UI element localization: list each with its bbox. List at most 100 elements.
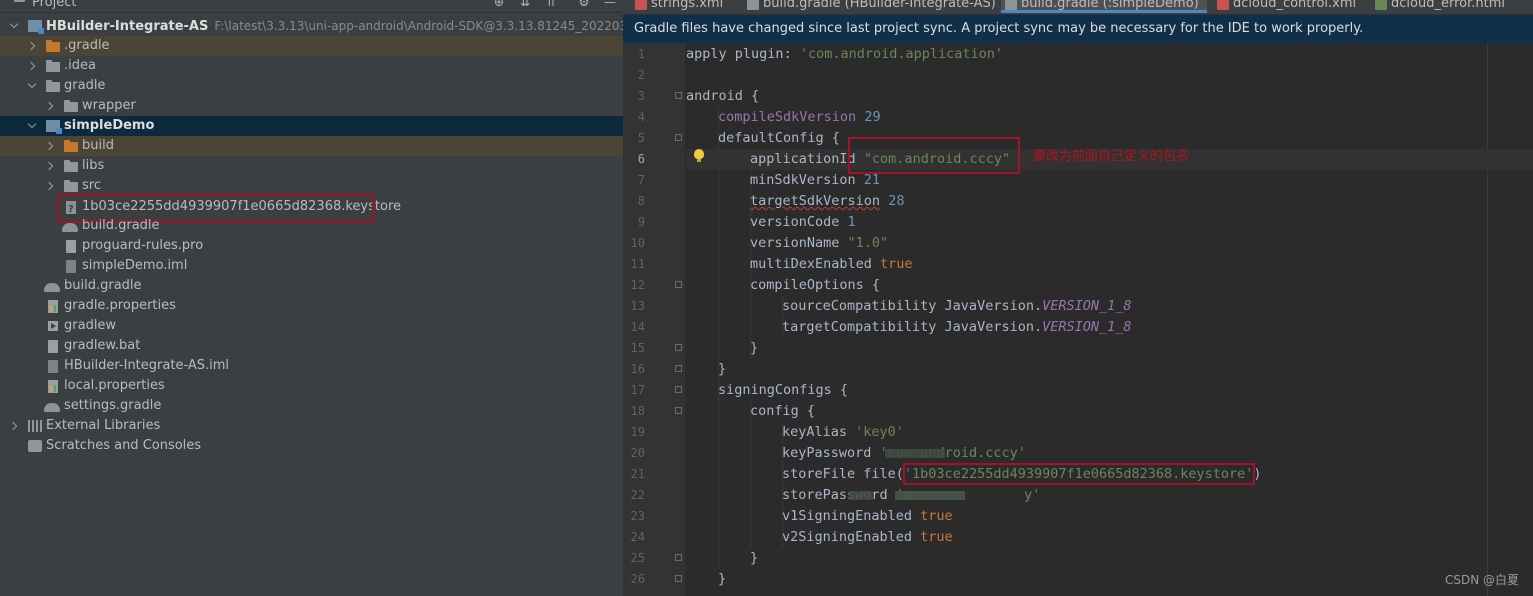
properties-file-icon: [48, 300, 58, 313]
code-line-18[interactable]: config {: [686, 401, 815, 422]
line-number: 10: [630, 236, 645, 250]
tree-item-src[interactable]: src: [0, 176, 623, 196]
lightbulb-icon[interactable]: [694, 149, 704, 162]
tab-label: build.gradle (:simpleDemo): [1021, 0, 1199, 11]
code-line-3[interactable]: android {: [686, 86, 759, 107]
iml-file-icon: [48, 360, 58, 373]
tab-build-gradle-simpledemo[interactable]: build.gradle (:simpleDemo): [1001, 0, 1207, 13]
chevron-down-icon[interactable]: [28, 82, 36, 90]
tree-item-scratches[interactable]: Scratches and Consoles: [0, 436, 623, 456]
tab-strings-xml[interactable]: strings.xml: [631, 0, 743, 13]
tree-item-label: simpleDemo: [64, 118, 155, 133]
tree-item-label: gradlew: [64, 318, 117, 333]
file-icon: [66, 240, 76, 253]
line-number: 5: [637, 131, 645, 145]
code-line-12[interactable]: compileOptions {: [686, 275, 880, 296]
code-line-14[interactable]: targetCompatibility JavaVersion.VERSION_…: [686, 317, 1132, 338]
tree-item-label: HBuilder-Integrate-AS: [46, 19, 209, 34]
gradle-file-icon: [62, 223, 78, 232]
code-line-8[interactable]: targetSdkVersion 28: [686, 191, 904, 212]
tree-item-root-build-gradle[interactable]: build.gradle: [0, 276, 623, 296]
chevron-right-icon[interactable]: [28, 42, 36, 50]
code-line-16[interactable]: }: [686, 359, 726, 380]
line-number: 21: [630, 467, 645, 481]
fold-marker-icon[interactable]: [675, 344, 682, 351]
line-number: 8: [637, 194, 645, 208]
project-panel-title[interactable]: Project: [32, 0, 76, 11]
chevron-right-icon[interactable]: [10, 422, 18, 430]
code-line-26[interactable]: }: [686, 569, 726, 590]
code-line-17[interactable]: signingConfigs {: [686, 380, 848, 401]
fold-marker-icon[interactable]: [675, 92, 682, 99]
tree-item-gradlew-bat[interactable]: gradlew.bat: [0, 336, 623, 356]
tree-item-label: local.properties: [64, 378, 165, 393]
tree-item-proguard[interactable]: proguard-rules.pro: [0, 236, 623, 256]
code-line-15[interactable]: }: [686, 338, 758, 359]
chevron-right-icon[interactable]: [46, 182, 54, 190]
folder-orange-icon: [46, 40, 60, 52]
module-folder-icon: [46, 120, 62, 134]
chevron-right-icon[interactable]: [28, 62, 36, 70]
code-line-19[interactable]: keyAlias 'key0': [686, 422, 904, 443]
fold-marker-icon[interactable]: [675, 407, 682, 414]
chevron-right-icon[interactable]: [46, 142, 54, 150]
tree-item-build[interactable]: build: [0, 136, 623, 156]
tree-item-local-properties[interactable]: local.properties: [0, 376, 623, 396]
tree-item-gradle-properties[interactable]: gradle.properties: [0, 296, 623, 316]
tree-item-label: gradlew.bat: [64, 338, 141, 353]
tree-item-wrapper[interactable]: wrapper: [0, 96, 623, 116]
gear-icon[interactable]: ⚙: [577, 0, 591, 9]
code-editor: strings.xml build.gradle (HBuilder-Integ…: [623, 0, 1533, 596]
tab-dcloud-error-html[interactable]: dcloud_error.html: [1371, 0, 1533, 13]
chevron-right-icon[interactable]: [46, 162, 54, 170]
fold-marker-icon[interactable]: [675, 281, 682, 288]
tree-item-libs[interactable]: libs: [0, 156, 623, 176]
chevron-right-icon[interactable]: [46, 102, 54, 110]
tree-item-module-build-gradle[interactable]: build.gradle: [0, 216, 623, 236]
tree-item-label: proguard-rules.pro: [82, 238, 204, 253]
tab-build-gradle-project[interactable]: build.gradle (HBuilder-Integrate-AS): [743, 0, 1001, 13]
fold-marker-icon[interactable]: [675, 386, 682, 393]
fold-marker-icon[interactable]: [675, 554, 682, 561]
tree-item-dot-gradle[interactable]: .gradle: [0, 36, 623, 56]
code-line-10[interactable]: versionName "1.0": [686, 233, 888, 254]
tree-item-settings-gradle[interactable]: settings.gradle: [0, 396, 623, 416]
code-line-13[interactable]: sourceCompatibility JavaVersion.VERSION_…: [686, 296, 1132, 317]
line-number: 14: [630, 320, 645, 334]
gradle-file-icon: [44, 283, 60, 292]
locate-file-icon[interactable]: ⊕: [492, 0, 506, 9]
file-icon: [48, 340, 58, 353]
project-tool-window: Project ⊕ ⇊ ⇈ ⚙ — HBuilder-Integrate-AS F…: [0, 0, 623, 596]
code-line-9[interactable]: versionCode 1: [686, 212, 856, 233]
folder-orange-icon: [64, 140, 78, 152]
blur-patch: [885, 449, 945, 458]
chevron-down-icon[interactable]: [28, 122, 36, 130]
code-line-4[interactable]: compileSdkVersion 29: [686, 107, 881, 128]
folder-icon: [64, 180, 78, 192]
tree-item-simpledemo-iml[interactable]: simpleDemo.iml: [0, 256, 623, 276]
code-line-1[interactable]: apply plugin: 'com.android.application': [686, 44, 1003, 65]
tree-item-root-iml[interactable]: HBuilder-Integrate-AS.iml: [0, 356, 623, 376]
hide-panel-icon[interactable]: —: [603, 0, 617, 9]
expand-all-icon[interactable]: ⇊: [518, 0, 532, 9]
fold-marker-icon[interactable]: [675, 134, 682, 141]
code-line-11[interactable]: multiDexEnabled true: [686, 254, 913, 275]
line-number: 9: [637, 215, 645, 229]
tree-item-label: .idea: [64, 58, 96, 73]
tree-item-external-libraries[interactable]: External Libraries: [0, 416, 623, 436]
tree-item-gradle[interactable]: gradle: [0, 76, 623, 96]
tree-item-simpledemo[interactable]: simpleDemo: [0, 116, 623, 136]
chevron-down-icon[interactable]: [10, 22, 18, 30]
code-line-25[interactable]: }: [686, 548, 758, 569]
fold-marker-icon[interactable]: [675, 365, 682, 372]
code-line-24[interactable]: v2SigningEnabled true: [686, 527, 953, 548]
code-line-5[interactable]: defaultConfig {: [686, 128, 840, 149]
code-line-23[interactable]: v1SigningEnabled true: [686, 506, 953, 527]
code-line-20[interactable]: keyPassword 'com.android.cccy': [686, 443, 1026, 464]
tab-dcloud-control-xml[interactable]: dcloud_control.xml: [1213, 0, 1371, 13]
tree-item-idea[interactable]: .idea: [0, 56, 623, 76]
tree-item-root[interactable]: HBuilder-Integrate-AS F:\latest\3.3.13\un…: [0, 16, 623, 36]
tree-item-gradlew[interactable]: gradlew: [0, 316, 623, 336]
collapse-all-icon[interactable]: ⇈: [544, 0, 558, 9]
fold-marker-icon[interactable]: [675, 575, 682, 582]
